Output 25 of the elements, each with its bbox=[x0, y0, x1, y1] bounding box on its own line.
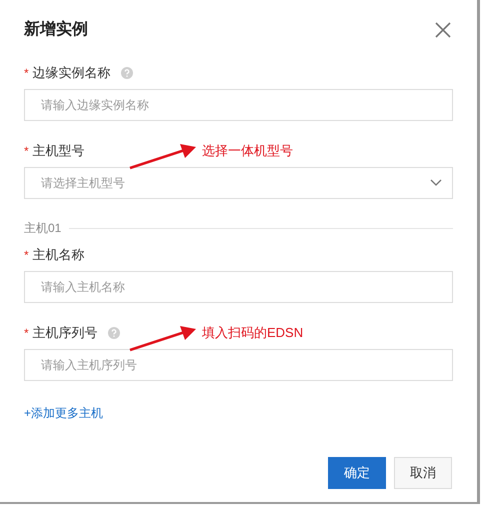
dialog-title: 新增实例 bbox=[24, 19, 88, 40]
select-field[interactable]: 请选择主机型号 bbox=[24, 167, 453, 199]
annotation-text: 填入扫码的EDSN bbox=[202, 324, 304, 342]
cancel-button[interactable]: 取消 bbox=[394, 457, 452, 489]
field-label: 主机型号 bbox=[32, 142, 85, 160]
section-label: 主机01 bbox=[24, 220, 62, 237]
field-label: 主机名称 bbox=[32, 246, 85, 264]
field-label: 主机序列号 bbox=[32, 324, 98, 342]
required-mark: * bbox=[24, 65, 29, 82]
annotation-text: 选择一体机型号 bbox=[202, 142, 293, 160]
chevron-down-icon bbox=[430, 179, 442, 187]
close-icon[interactable] bbox=[435, 22, 451, 38]
input-field[interactable]: 请输入主机名称 bbox=[24, 271, 453, 303]
required-mark: * bbox=[24, 325, 29, 342]
confirm-button[interactable]: 确定 bbox=[328, 457, 386, 489]
field-label: 边缘实例名称 bbox=[32, 64, 111, 82]
input-field[interactable]: 请输入边缘实例名称 bbox=[24, 89, 453, 121]
help-icon[interactable] bbox=[120, 67, 133, 79]
arrow-icon bbox=[128, 325, 198, 353]
arrow-icon bbox=[128, 143, 198, 171]
required-mark: * bbox=[24, 247, 29, 264]
input-field[interactable]: 请输入主机序列号 bbox=[24, 349, 453, 381]
required-mark: * bbox=[24, 143, 29, 160]
help-icon[interactable] bbox=[108, 327, 120, 339]
add-host-link[interactable]: +添加更多主机 bbox=[24, 404, 104, 422]
